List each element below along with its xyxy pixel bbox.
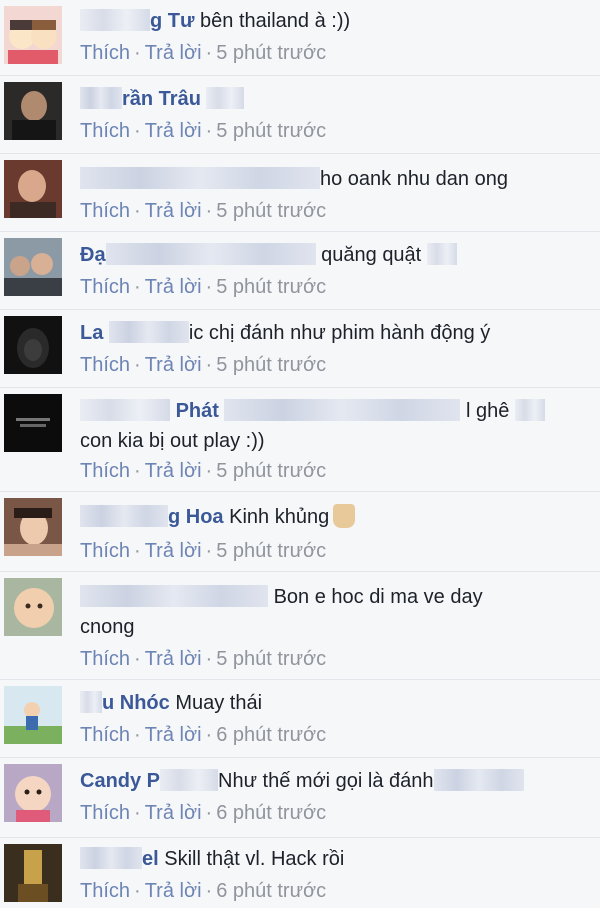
like-link[interactable]: Thích <box>80 802 130 824</box>
comment-text: bên thailand à :)) <box>200 10 351 32</box>
avatar[interactable] <box>4 764 62 822</box>
comment-timestamp[interactable]: 6 phút trước <box>216 880 326 902</box>
reply-link[interactable]: Trả lời <box>145 200 202 222</box>
comment-item: ho oank nhu dan ong Thích · Trả lời · 5 phút… <box>0 154 600 232</box>
reply-link[interactable]: Trả lời <box>145 276 202 298</box>
comment-item: Phát l ghê con kia bị out play :)) Thích… <box>0 388 600 492</box>
comment-text: Bon e hoc di ma ve day <box>273 586 483 608</box>
comment-author[interactable]: u Nhóc <box>102 692 170 714</box>
like-link[interactable]: Thích <box>80 460 130 482</box>
like-link[interactable]: Thích <box>80 276 130 298</box>
comment-text: Như thế mới gọi là đánh <box>218 770 434 792</box>
comment-timestamp[interactable]: 5 phút trước <box>216 540 326 562</box>
comment-author[interactable]: Phát <box>176 400 219 422</box>
reply-link[interactable]: Trả lời <box>145 880 202 902</box>
like-link[interactable]: Thích <box>80 42 130 64</box>
comment-author[interactable]: Đạ <box>80 244 106 266</box>
reply-link[interactable]: Trả lời <box>145 648 202 670</box>
like-link[interactable]: Thích <box>80 880 130 902</box>
avatar[interactable] <box>4 82 62 140</box>
avatar[interactable] <box>4 238 62 296</box>
comment-author[interactable]: g Hoa <box>168 506 224 528</box>
reply-link[interactable]: Trả lời <box>145 540 202 562</box>
like-link[interactable]: Thích <box>80 120 130 142</box>
comment-item: rần Trâu Thích · Trả lời · 5 phút trước <box>0 76 600 154</box>
comment-item: La ic chị đánh như phim hành động ý Thíc… <box>0 310 600 388</box>
avatar[interactable] <box>4 316 62 374</box>
comment-author[interactable]: g Tư <box>150 10 194 32</box>
comment-timestamp[interactable]: 5 phút trước <box>216 460 326 482</box>
comment-text: Skill thật vl. Hack rồi <box>164 848 345 870</box>
comment-timestamp[interactable]: 5 phút trước <box>216 648 326 670</box>
comment-text: quăng quật <box>321 244 422 266</box>
reply-link[interactable]: Trả lời <box>145 724 202 746</box>
comment-text: Kinh khủng <box>229 506 330 528</box>
comment-list: g Tư bên thailand à :)) Thích · Trả lời · 5 … <box>0 0 600 908</box>
comment-text: ho oank nhu dan ong <box>320 168 508 190</box>
avatar[interactable] <box>4 498 62 556</box>
avatar[interactable] <box>4 394 62 452</box>
comment-text: l ghê <box>466 400 510 422</box>
comment-timestamp[interactable]: 6 phút trước <box>216 724 326 746</box>
avatar[interactable] <box>4 160 62 218</box>
comment-timestamp[interactable]: 5 phút trước <box>216 200 326 222</box>
comment-text: Muay thái <box>175 692 263 714</box>
reply-link[interactable]: Trả lời <box>145 802 202 824</box>
like-link[interactable]: Thích <box>80 648 130 670</box>
comment-item: Candy P Như thế mới gọi là đánh Thích · Trả… <box>0 758 600 838</box>
comment-item: Đạ quăng quật Thích · Trả lời · 5 phút trước <box>0 232 600 310</box>
comment-author[interactable]: rần Trâu <box>122 88 201 110</box>
comment-item: u Nhóc Muay thái Thích · Trả lời · 6 phút tr… <box>0 680 600 758</box>
like-link[interactable]: Thích <box>80 540 130 562</box>
comment-text-continued: con kia bị out play :)) <box>80 430 265 452</box>
comment-timestamp[interactable]: 6 phút trước <box>216 802 326 824</box>
like-link[interactable]: Thích <box>80 200 130 222</box>
reply-link[interactable]: Trả lời <box>145 460 202 482</box>
comment-timestamp[interactable]: 5 phút trước <box>216 42 326 64</box>
reply-link[interactable]: Trả lời <box>145 120 202 142</box>
comment-item: g Hoa Kinh khủng Thích · Trả lời · 5 phút tr… <box>0 492 600 572</box>
avatar[interactable] <box>4 578 62 636</box>
comment-item: g Tư bên thailand à :)) Thích · Trả lời · 5 … <box>0 0 600 76</box>
comment-timestamp[interactable]: 5 phút trước <box>216 354 326 376</box>
avatar[interactable] <box>4 844 62 902</box>
comment-timestamp[interactable]: 5 phút trước <box>216 120 326 142</box>
comment-author[interactable]: La <box>80 322 103 344</box>
like-link[interactable]: Thích <box>80 354 130 376</box>
avatar[interactable] <box>4 686 62 744</box>
comment-author[interactable]: el <box>142 848 159 870</box>
comment-text-continued: cnong <box>80 616 135 638</box>
comment-author[interactable]: Candy P <box>80 770 160 792</box>
emoji-icon <box>333 504 356 528</box>
comment-text: ic chị đánh như phim hành động ý <box>188 322 491 344</box>
comment-item: Bon e hoc di ma ve day cnong Thích · Trả l… <box>0 572 600 680</box>
comment-timestamp[interactable]: 5 phút trước <box>216 276 326 298</box>
like-link[interactable]: Thích <box>80 724 130 746</box>
reply-link[interactable]: Trả lời <box>145 354 202 376</box>
reply-link[interactable]: Trả lời <box>145 42 202 64</box>
avatar[interactable] <box>4 6 62 64</box>
comment-item: el Skill thật vl. Hack rồi Thích · Trả lời… <box>0 838 600 908</box>
